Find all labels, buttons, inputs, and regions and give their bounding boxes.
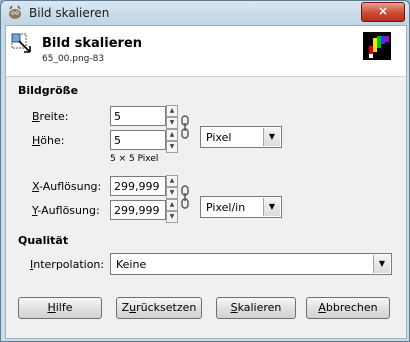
reset-button[interactable]: Zurücksetzen bbox=[116, 297, 202, 319]
quality-heading: Qualität bbox=[18, 234, 69, 247]
xres-input[interactable]: 299,999 bbox=[110, 176, 166, 196]
chevron-down-icon: ▼ bbox=[373, 255, 390, 273]
interpolation-label: Interpolation: bbox=[30, 258, 105, 271]
image-thumbnail bbox=[363, 32, 391, 60]
chain-link-icon[interactable] bbox=[180, 114, 190, 140]
image-size-heading: Bildgröße bbox=[18, 84, 79, 97]
yres-spinner[interactable]: ▲ ▼ bbox=[166, 199, 178, 223]
size-unit-select[interactable]: Pixel ▼ bbox=[200, 126, 282, 148]
cancel-button[interactable]: Abbrechen bbox=[306, 297, 390, 319]
pixel-dimensions: 5 × 5 Pixel bbox=[110, 154, 159, 164]
dialog-header: Bild skalieren 65_00.png-83 bbox=[6, 26, 406, 77]
chain-link-icon[interactable] bbox=[180, 184, 190, 210]
yres-input[interactable]: 299,999 bbox=[110, 200, 166, 220]
height-label: Höhe: bbox=[32, 134, 65, 147]
header-title: Bild skalieren bbox=[42, 36, 143, 51]
xres-spinner[interactable]: ▲ ▼ bbox=[166, 175, 178, 199]
height-spinner[interactable]: ▲ ▼ bbox=[166, 129, 178, 153]
dialog-content: Bild skalieren 65_00.png-83 Bildgröße Br… bbox=[5, 25, 407, 339]
chevron-down-icon: ▼ bbox=[263, 198, 280, 216]
interpolation-select[interactable]: Keine ▼ bbox=[110, 253, 392, 275]
resolution-unit-select[interactable]: Pixel/in ▼ bbox=[200, 196, 282, 218]
header-subtitle: 65_00.png-83 bbox=[42, 54, 105, 64]
xres-label: X-Auflösung: bbox=[32, 180, 102, 193]
scale-button[interactable]: Skalieren bbox=[216, 297, 296, 319]
close-button[interactable]: × bbox=[361, 2, 405, 22]
width-label: Breite: bbox=[32, 110, 69, 123]
chevron-down-icon: ▼ bbox=[263, 128, 280, 146]
yres-label: Y-Auflösung: bbox=[32, 204, 100, 217]
window-title: Bild skalieren bbox=[29, 6, 110, 20]
width-spinner[interactable]: ▲ ▼ bbox=[166, 105, 178, 129]
scale-image-icon bbox=[11, 33, 31, 53]
gimp-icon bbox=[9, 5, 21, 19]
help-button[interactable]: Hilfe bbox=[18, 297, 102, 319]
width-input[interactable]: 5 bbox=[110, 106, 166, 126]
dialog-window: Bild skalieren × Bild skalieren 65_00.pn… bbox=[0, 0, 410, 342]
height-input[interactable]: 5 bbox=[110, 130, 166, 150]
title-bar[interactable]: Bild skalieren × bbox=[1, 1, 409, 25]
